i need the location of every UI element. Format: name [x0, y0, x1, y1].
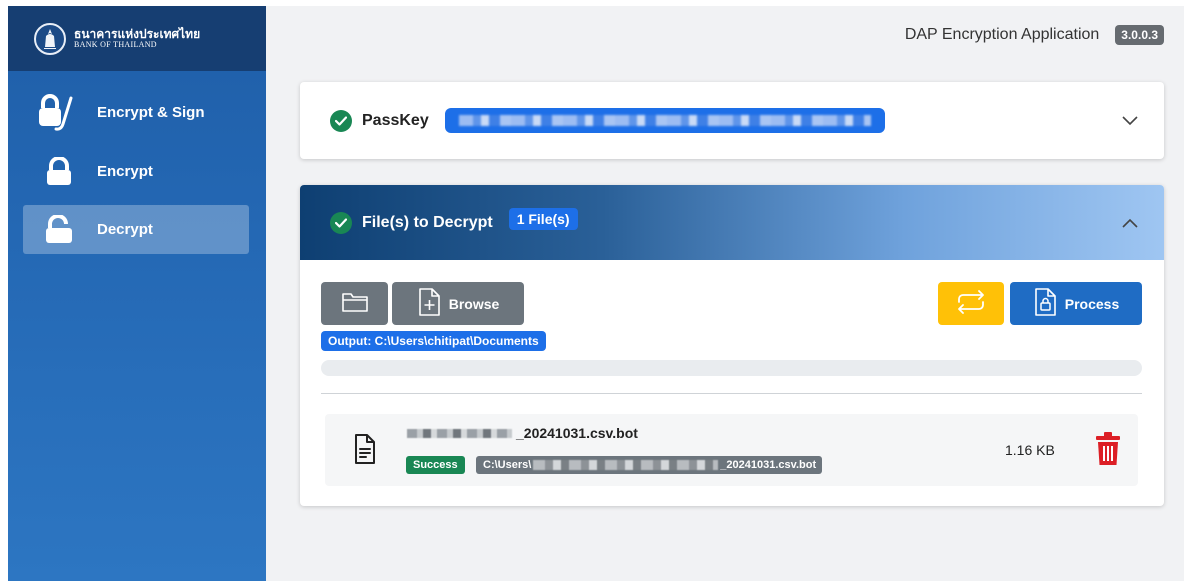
- files-panel-header[interactable]: File(s) to Decrypt 1 File(s): [300, 185, 1164, 260]
- sidebar-item-label: Encrypt: [97, 163, 153, 180]
- output-path-badge: Output: C:\Users\chitipat\Documents: [321, 331, 546, 351]
- version-badge: 3.0.0.3: [1115, 24, 1164, 45]
- brand-english-name: BANK OF THAILAND: [74, 39, 157, 49]
- swap-arrows-icon: [954, 290, 988, 317]
- swap-button[interactable]: [938, 282, 1004, 325]
- sidebar-item-decrypt[interactable]: Decrypt: [23, 205, 249, 254]
- sidebar: ธนาคารแห่งประเทศไทย BANK OF THAILAND Enc…: [8, 6, 266, 581]
- trash-icon[interactable]: [1095, 432, 1121, 466]
- brand-thai-name: ธนาคารแห่งประเทศไทย: [74, 27, 201, 41]
- sidebar-item-encrypt[interactable]: Encrypt: [23, 147, 249, 196]
- path-suffix: _20241031.csv.bot: [720, 459, 817, 471]
- unlock-icon: [37, 210, 81, 250]
- brand-header: ธนาคารแห่งประเทศไทย BANK OF THAILAND: [8, 6, 266, 71]
- sidebar-item-label: Decrypt: [97, 221, 153, 238]
- redacted-text: [533, 460, 719, 470]
- folder-icon: [341, 291, 369, 316]
- chevron-down-icon[interactable]: [1120, 111, 1140, 131]
- passkey-panel[interactable]: PassKey: [300, 82, 1164, 159]
- passkey-value-redacted: [444, 108, 885, 133]
- file-name: _20241031.csv.bot: [407, 425, 638, 441]
- file-lock-icon: [1033, 288, 1057, 319]
- path-prefix: C:\Users\: [483, 459, 532, 471]
- browse-button[interactable]: Browse: [392, 282, 524, 325]
- check-circle-icon: [330, 109, 352, 132]
- progress-bar: [321, 360, 1142, 376]
- chevron-up-icon[interactable]: [1120, 213, 1140, 233]
- file-count-badge: 1 File(s): [508, 207, 578, 230]
- bank-seal-logo: [34, 22, 66, 55]
- lock-icon: [37, 152, 81, 192]
- document-icon: [353, 433, 377, 465]
- process-button[interactable]: Process: [1010, 282, 1142, 325]
- app-title: DAP Encryption Application: [904, 25, 1100, 43]
- file-row: _20241031.csv.bot Success C:\Users\ _202…: [325, 414, 1138, 486]
- divider: [321, 393, 1142, 394]
- status-badge: Success: [406, 456, 465, 474]
- redacted-text: [407, 428, 512, 438]
- file-size: 1.16 KB: [1005, 442, 1055, 458]
- files-panel-title: File(s) to Decrypt: [362, 213, 493, 231]
- lock-sign-icon: [37, 93, 81, 133]
- file-name-suffix: _20241031.csv.bot: [516, 425, 638, 441]
- open-folder-button[interactable]: [321, 282, 388, 325]
- top-bar: DAP Encryption Application 3.0.0.3: [266, 6, 1184, 63]
- process-button-label: Process: [1064, 295, 1120, 312]
- files-panel: File(s) to Decrypt 1 File(s) Browse Proc…: [300, 185, 1164, 506]
- browse-button-label: Browse: [448, 295, 500, 312]
- file-add-icon: [417, 288, 441, 319]
- sidebar-item-encrypt-sign[interactable]: Encrypt & Sign: [23, 88, 249, 137]
- passkey-label: PassKey: [362, 111, 429, 129]
- app-window: ธนาคารแห่งประเทศไทย BANK OF THAILAND Enc…: [8, 6, 1184, 581]
- sidebar-item-label: Encrypt & Sign: [97, 104, 205, 121]
- file-path-badge: C:\Users\ _20241031.csv.bot: [476, 456, 822, 474]
- check-circle-icon: [330, 211, 352, 234]
